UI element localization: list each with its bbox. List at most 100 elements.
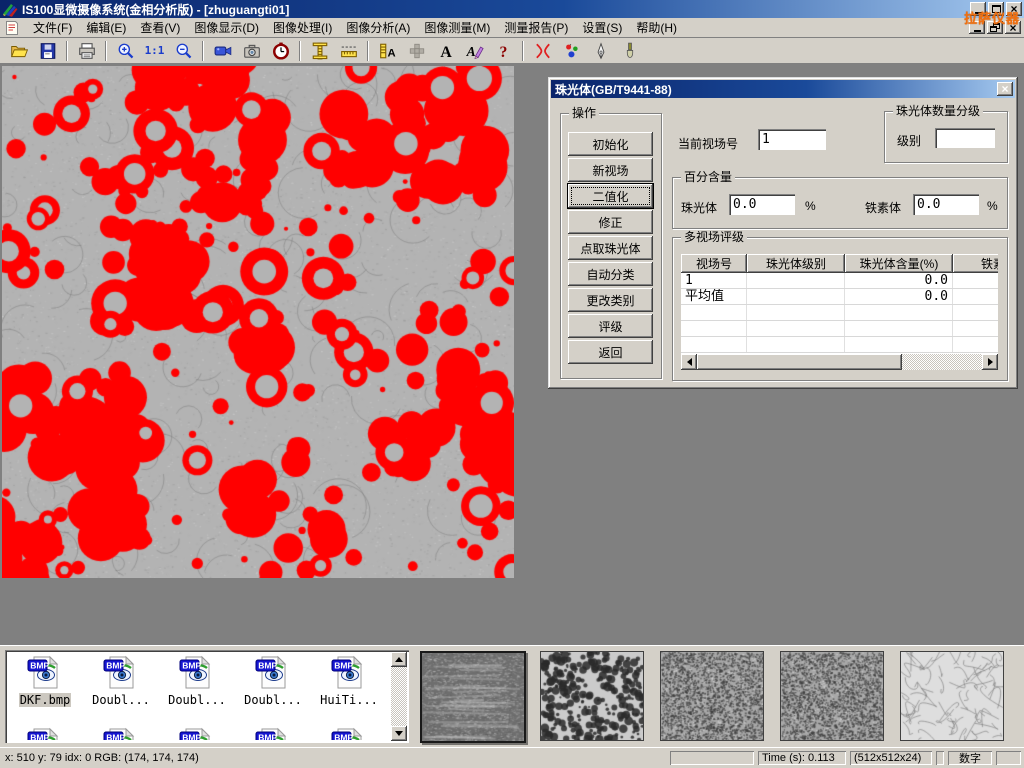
- scroll-right-button[interactable]: [982, 354, 998, 370]
- curve-tool-icon[interactable]: [529, 39, 556, 62]
- table-row[interactable]: 平均值0.0: [681, 289, 998, 305]
- ferrite-percent-input[interactable]: [913, 194, 979, 215]
- brush-icon[interactable]: [616, 39, 643, 62]
- file-browser: BMPDKF.bmpBMPDoubl...BMPDoubl...BMPDoubl…: [5, 650, 409, 743]
- dialog-close-button[interactable]: ×: [997, 82, 1013, 96]
- return-button[interactable]: 返回: [568, 340, 653, 364]
- table-row[interactable]: [681, 321, 998, 337]
- micrograph-image[interactable]: [2, 66, 514, 578]
- file-item[interactable]: BMPDoubl...: [84, 654, 158, 707]
- menu-item-1[interactable]: 文件(F): [26, 18, 79, 38]
- mdi-restore-button[interactable]: [987, 21, 1003, 34]
- bmp-file-icon: BMP: [27, 726, 63, 740]
- binarize-button[interactable]: 二值化: [568, 184, 653, 208]
- file-name: Doubl...: [243, 693, 303, 707]
- scroll-down-button[interactable]: [391, 726, 407, 741]
- print-icon[interactable]: [73, 39, 100, 62]
- help-icon[interactable]: [490, 39, 517, 62]
- dialog-title-bar[interactable]: 珠光体(GB/T9441-88) ×: [551, 80, 1015, 98]
- file-item[interactable]: BMPHuiTi...: [312, 654, 386, 707]
- save-icon[interactable]: [34, 39, 61, 62]
- table-cell: [953, 273, 998, 288]
- application-window: IS100显微摄像系统(金相分析版) - [zhuguangti01] × 拉萨…: [0, 0, 1024, 768]
- close-button[interactable]: ×: [1006, 2, 1022, 16]
- zoom-in-icon[interactable]: [112, 39, 139, 62]
- grid-icon[interactable]: [403, 39, 430, 62]
- menu-item-2[interactable]: 编辑(E): [79, 18, 133, 38]
- scroll-up-button[interactable]: [391, 652, 407, 667]
- menu-item-9[interactable]: 设置(S): [575, 18, 629, 38]
- preview-thumbnail-2[interactable]: [540, 651, 644, 741]
- svg-text:BMP: BMP: [334, 661, 353, 671]
- menu-item-4[interactable]: 图像显示(D): [187, 18, 266, 38]
- maximize-button[interactable]: [988, 2, 1004, 16]
- table-cell: [747, 273, 845, 288]
- caliper-icon[interactable]: [306, 39, 333, 62]
- table-row[interactable]: 10.0: [681, 273, 998, 289]
- ferrite-label: 铁素体: [865, 199, 901, 216]
- auto-classify-button[interactable]: 自动分类: [568, 262, 653, 286]
- table-column-3[interactable]: 珠光体含量(%): [845, 254, 953, 273]
- zoom-out-icon[interactable]: [170, 39, 197, 62]
- bmp-file-icon: BMP: [331, 726, 367, 740]
- scroll-track[interactable]: [902, 354, 982, 370]
- file-item[interactable]: BMPDKF.bmp: [8, 654, 82, 707]
- table-column-1[interactable]: 视场号: [681, 254, 747, 273]
- pen-icon[interactable]: [587, 39, 614, 62]
- table-cell: [681, 321, 747, 336]
- new-field-button[interactable]: 新视场: [568, 158, 653, 182]
- menu-item-10[interactable]: 帮助(H): [629, 18, 684, 38]
- table-row[interactable]: [681, 337, 998, 353]
- file-item[interactable]: BMP: [84, 726, 158, 740]
- close-icon: ×: [1001, 83, 1008, 95]
- actual-size-icon[interactable]: 1:1: [141, 39, 168, 62]
- scroll-thumb[interactable]: [697, 354, 902, 370]
- rating-table-body[interactable]: 10.0平均值0.0: [681, 273, 998, 354]
- level-input[interactable]: [935, 128, 995, 148]
- ruler-icon[interactable]: [335, 39, 362, 62]
- pearlite-percent-input[interactable]: [729, 194, 795, 215]
- table-column-2[interactable]: 珠光体级别: [747, 254, 845, 273]
- menu-item-6[interactable]: 图像分析(A): [339, 18, 417, 38]
- minimize-icon: [974, 30, 981, 32]
- table-cell: [953, 321, 998, 336]
- clock-icon[interactable]: [267, 39, 294, 62]
- camera-icon[interactable]: [238, 39, 265, 62]
- file-item[interactable]: BMP: [312, 726, 386, 740]
- file-item[interactable]: BMP: [8, 726, 82, 740]
- file-item[interactable]: BMPDoubl...: [236, 654, 310, 707]
- current-field-input[interactable]: [758, 129, 826, 150]
- mdi-close-button[interactable]: ×: [1005, 21, 1021, 34]
- table-cell: 0.0: [845, 289, 953, 304]
- svg-text:BMP: BMP: [182, 661, 201, 671]
- table-row[interactable]: [681, 305, 998, 321]
- text-icon[interactable]: [432, 39, 459, 62]
- grade-button[interactable]: 评级: [568, 314, 653, 338]
- preview-thumbnail-5[interactable]: [900, 651, 1004, 741]
- minimize-button[interactable]: [970, 2, 986, 16]
- file-item[interactable]: BMP: [160, 726, 234, 740]
- video-camera-icon[interactable]: [209, 39, 236, 62]
- file-item[interactable]: BMP: [236, 726, 310, 740]
- open-file-icon[interactable]: [5, 39, 32, 62]
- preview-thumbnail-1[interactable]: [420, 651, 526, 743]
- preview-thumbnail-3[interactable]: [660, 651, 764, 741]
- scroll-left-button[interactable]: [681, 354, 697, 370]
- annotate-icon[interactable]: [461, 39, 488, 62]
- pick-pearlite-button[interactable]: 点取珠光体: [568, 236, 653, 260]
- menu-item-5[interactable]: 图像处理(I): [266, 18, 339, 38]
- correct-button[interactable]: 修正: [568, 210, 653, 234]
- menu-item-3[interactable]: 查看(V): [133, 18, 187, 38]
- change-class-button[interactable]: 更改类别: [568, 288, 653, 312]
- table-cell: [747, 305, 845, 320]
- particle-analysis-icon[interactable]: [558, 39, 585, 62]
- file-item[interactable]: BMPDoubl...: [160, 654, 234, 707]
- preview-thumbnail-4[interactable]: [780, 651, 884, 741]
- table-column-4[interactable]: 铁素体: [953, 254, 998, 273]
- menu-item-7[interactable]: 图像测量(M): [417, 18, 497, 38]
- initialize-button[interactable]: 初始化: [568, 132, 653, 156]
- mdi-minimize-button[interactable]: [969, 21, 985, 34]
- restore-icon: [990, 23, 1000, 32]
- measure-label-icon[interactable]: [374, 39, 401, 62]
- menu-item-8[interactable]: 测量报告(P): [497, 18, 575, 38]
